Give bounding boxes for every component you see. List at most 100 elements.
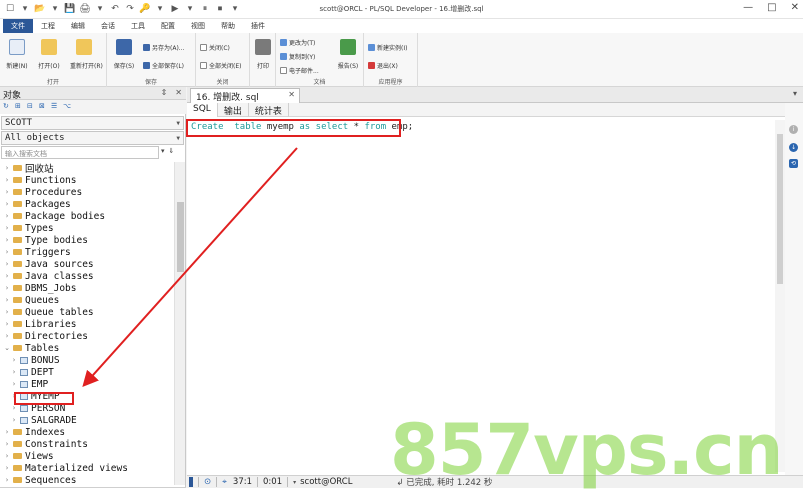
- chevron-right-icon[interactable]: ›: [3, 476, 11, 484]
- tree-folder-item[interactable]: › Triggers: [3, 246, 71, 258]
- chevron-right-icon[interactable]: ›: [3, 236, 11, 244]
- chevron-right-icon[interactable]: ›: [3, 428, 11, 436]
- info-icon[interactable]: i: [789, 125, 798, 134]
- menu-item[interactable]: 文件: [3, 19, 33, 33]
- search-down-icon[interactable]: ⇓: [169, 147, 175, 155]
- chevron-right-icon[interactable]: ›: [3, 224, 11, 232]
- chevron-right-icon[interactable]: ›: [3, 332, 11, 340]
- chevron-right-icon[interactable]: ›: [3, 308, 11, 316]
- scrollbar-thumb[interactable]: [177, 202, 184, 272]
- editor-sub-tab[interactable]: 输出: [218, 103, 249, 117]
- pin-icon[interactable]: ⇕: [161, 88, 168, 97]
- menu-item[interactable]: 配置: [153, 19, 183, 33]
- search-input[interactable]: 输入搜索文档: [1, 146, 159, 159]
- tree-folder-item[interactable]: › Directories: [3, 330, 88, 342]
- tree-folder-item[interactable]: › Indexes: [3, 426, 65, 438]
- user-combo[interactable]: SCOTT ▼: [1, 116, 184, 130]
- new-button[interactable]: 新建(N): [3, 39, 31, 70]
- download-icon[interactable]: ↓: [789, 143, 798, 152]
- menu-item[interactable]: 编辑: [63, 19, 93, 33]
- tree-folder-item[interactable]: › Type bodies: [3, 234, 88, 246]
- tree-folder-item[interactable]: › DBMS_Jobs: [3, 282, 77, 294]
- chevron-right-icon[interactable]: ›: [3, 212, 11, 220]
- chevron-right-icon[interactable]: ›: [3, 464, 11, 472]
- menu-item[interactable]: 工程: [33, 19, 63, 33]
- menu-item[interactable]: 帮助: [213, 19, 243, 33]
- tree-table-item[interactable]: › BONUS: [10, 354, 60, 366]
- chevron-right-icon[interactable]: ›: [3, 176, 11, 184]
- menu-item[interactable]: 插件: [243, 19, 273, 33]
- copy-to-button[interactable]: 复制到(Y): [280, 51, 315, 61]
- new-instance-button[interactable]: 新建实例(I): [368, 42, 407, 52]
- tree-folder-item[interactable]: › Materialized views: [3, 462, 128, 474]
- object-filter-combo[interactable]: All objects ▼: [1, 131, 184, 145]
- tree-folder-item[interactable]: › Libraries: [3, 318, 77, 330]
- maximize-button[interactable]: □: [767, 2, 776, 13]
- save-button[interactable]: 保存(S): [110, 39, 138, 70]
- tree-folder-item[interactable]: ⌄ Tables: [3, 342, 59, 354]
- chevron-right-icon[interactable]: ›: [10, 356, 18, 364]
- tree-folder-item[interactable]: › Queues: [3, 294, 60, 306]
- browser-tool-icon[interactable]: ⌥: [63, 103, 71, 110]
- chevron-right-icon[interactable]: ›: [10, 380, 18, 388]
- tree-table-item[interactable]: › EMP: [10, 378, 49, 390]
- chevron-right-icon[interactable]: ›: [3, 452, 11, 460]
- chevron-right-icon[interactable]: ›: [3, 284, 11, 292]
- browser-tool-icon[interactable]: ⊞: [15, 103, 22, 110]
- chevron-right-icon[interactable]: ›: [10, 368, 18, 376]
- scrollbar-thumb[interactable]: [777, 134, 783, 284]
- close-button[interactable]: 关闭(C): [200, 42, 230, 52]
- save-as-button[interactable]: 另存为(A)...: [143, 42, 185, 52]
- editor-sub-tab[interactable]: 统计表: [249, 103, 289, 117]
- tree-folder-item[interactable]: › Procedures: [3, 186, 83, 198]
- chevron-right-icon[interactable]: ›: [10, 404, 18, 412]
- tree-folder-item[interactable]: › Queue tables: [3, 306, 94, 318]
- reopen-button[interactable]: 重新打开(R): [70, 39, 103, 70]
- link-icon[interactable]: ⟲: [789, 159, 798, 168]
- menu-item[interactable]: 工具: [123, 19, 153, 33]
- tree-folder-item[interactable]: › Constraints: [3, 438, 88, 450]
- browser-tool-icon[interactable]: ⊟: [27, 103, 34, 110]
- tree-folder-item[interactable]: › Functions: [3, 174, 77, 186]
- editor-sub-tab[interactable]: SQL: [187, 103, 218, 117]
- chevron-right-icon[interactable]: ›: [3, 200, 11, 208]
- browser-tool-icon[interactable]: ☰: [51, 103, 58, 110]
- close-window-button[interactable]: ✕: [791, 2, 799, 13]
- tree-table-item[interactable]: › DEPT: [10, 366, 54, 378]
- print-button[interactable]: 打印: [249, 39, 277, 70]
- tree-folder-item[interactable]: › Sequences: [3, 474, 77, 486]
- search-dropdown-icon[interactable]: ▾: [161, 147, 165, 155]
- tree-folder-item[interactable]: › Types: [3, 222, 54, 234]
- menu-item[interactable]: 视图: [183, 19, 213, 33]
- browser-tool-icon[interactable]: ↻: [3, 103, 10, 110]
- chevron-right-icon[interactable]: ›: [10, 416, 18, 424]
- tree-folder-item[interactable]: › Packages: [3, 198, 71, 210]
- tree-folder-item[interactable]: › Java sources: [3, 258, 94, 270]
- chevron-right-icon[interactable]: ›: [3, 296, 11, 304]
- save-all-button[interactable]: 全部保存(L): [143, 60, 184, 70]
- open-button[interactable]: 打开(O): [35, 39, 63, 70]
- chevron-right-icon[interactable]: ›: [3, 320, 11, 328]
- chevron-right-icon[interactable]: ›: [3, 164, 11, 172]
- browser-tool-icon[interactable]: ⊠: [39, 103, 46, 110]
- close-panel-icon[interactable]: ✕: [175, 88, 182, 97]
- tree-folder-item[interactable]: › Java classes: [3, 270, 94, 282]
- chevron-down-icon[interactable]: ⌄: [3, 344, 11, 352]
- report-button[interactable]: 报告(S): [334, 39, 362, 70]
- connection-dropdown-icon[interactable]: ▾: [293, 479, 296, 486]
- connection-label[interactable]: scott@ORCL: [300, 477, 352, 487]
- chevron-right-icon[interactable]: ›: [3, 248, 11, 256]
- change-to-button[interactable]: 更改为(T): [280, 37, 315, 47]
- tree-folder-item[interactable]: › 回收站: [3, 162, 54, 175]
- chevron-right-icon[interactable]: ›: [3, 440, 11, 448]
- chevron-right-icon[interactable]: ›: [3, 260, 11, 268]
- tab-list-icon[interactable]: ▾: [793, 89, 797, 98]
- close-all-button[interactable]: 全部关闭(E): [200, 60, 241, 70]
- tree-table-item[interactable]: › SALGRADE: [10, 414, 77, 426]
- tree-folder-item[interactable]: › Package bodies: [3, 210, 105, 222]
- chevron-right-icon[interactable]: ›: [3, 188, 11, 196]
- menu-item[interactable]: 会话: [93, 19, 123, 33]
- chevron-right-icon[interactable]: ›: [3, 272, 11, 280]
- minimize-button[interactable]: —: [743, 2, 753, 13]
- document-tab[interactable]: 16. 增删改. sql ✕: [190, 88, 300, 103]
